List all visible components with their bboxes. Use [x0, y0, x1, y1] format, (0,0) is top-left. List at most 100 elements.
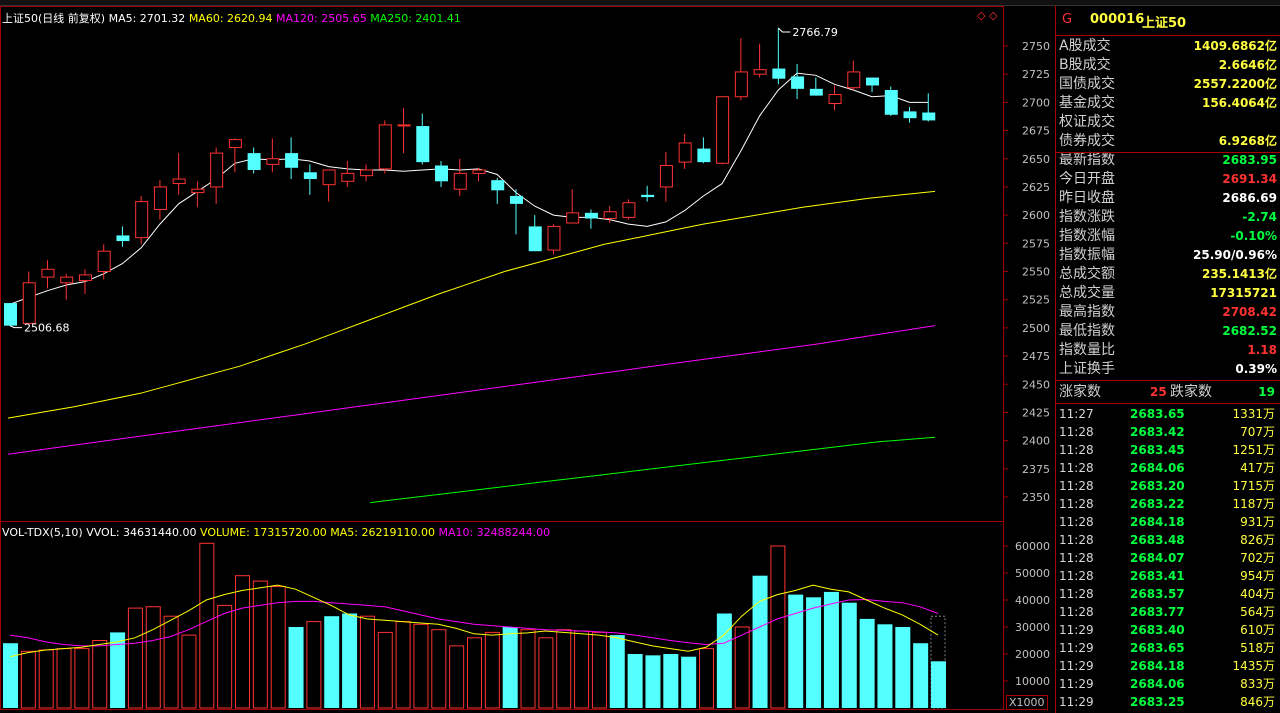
- tick-row[interactable]: 11:28 2684.06 417万: [1056, 459, 1280, 477]
- volume-bar-down: [752, 575, 768, 708]
- quote-value: 2.6646亿: [1218, 58, 1277, 72]
- volume-multiplier[interactable]: X1000: [1006, 695, 1048, 710]
- decline-label: 跌家数: [1170, 384, 1212, 400]
- low-label: 2506.68: [24, 322, 70, 335]
- tick-time: 11:28: [1059, 425, 1094, 439]
- tick-volume: 846万: [1240, 695, 1275, 709]
- volume-bar-down: [895, 627, 911, 708]
- tick-row[interactable]: 11:29 2684.06 833万: [1056, 675, 1280, 693]
- candle-body-down: [697, 148, 711, 163]
- tick-row[interactable]: 11:28 2683.22 1187万: [1056, 495, 1280, 513]
- tick-price: 2683.42: [1130, 425, 1185, 439]
- tick-row[interactable]: 11:28 2683.41 954万: [1056, 567, 1280, 585]
- tick-time: 11:28: [1059, 605, 1094, 619]
- tick-time: 11:28: [1059, 479, 1094, 493]
- candle-body-down: [303, 172, 317, 180]
- quote-label: 指数振幅: [1059, 247, 1115, 263]
- index-code: 000016: [1090, 12, 1145, 27]
- volume-bar-down: [609, 635, 625, 708]
- tick-price: 2684.06: [1130, 677, 1185, 691]
- candle-body-up: [22, 282, 36, 324]
- volume-bar-up: [431, 629, 447, 709]
- quote-value: 25.90/0.96%: [1193, 248, 1277, 262]
- volume-bar-down: [806, 597, 822, 708]
- ma120-readout: MA120: 2505.65: [276, 12, 367, 25]
- candle-body-down: [116, 235, 130, 242]
- tick-volume: 417万: [1240, 461, 1275, 475]
- tick-row[interactable]: 11:28 2683.42 707万: [1056, 423, 1280, 441]
- tick-volume: 833万: [1240, 677, 1275, 691]
- candle-body-up: [828, 93, 842, 105]
- tick-row[interactable]: 11:29 2684.18 1435万: [1056, 657, 1280, 675]
- price-tick-label: 2450: [1022, 378, 1050, 391]
- volume-bar-down: [502, 627, 518, 708]
- tick-volume: 931万: [1240, 515, 1275, 529]
- volume-bar-up: [306, 621, 322, 709]
- quote-row: 最新指数 2683.95: [1056, 151, 1280, 170]
- tick-volume: 1715万: [1232, 479, 1275, 493]
- candle-body-down: [641, 194, 655, 198]
- quote-label: 国债成交: [1059, 76, 1115, 92]
- ma120-line: [7, 325, 936, 455]
- tick-row[interactable]: 11:28 2684.07 702万: [1056, 549, 1280, 567]
- tick-row[interactable]: 11:29 2683.25 846万: [1056, 693, 1280, 711]
- decline-value: 19: [1258, 385, 1275, 399]
- tick-time: 11:28: [1059, 533, 1094, 547]
- price-tick-label: 2625: [1022, 181, 1050, 194]
- volume-tick-label: 20000: [1015, 648, 1050, 661]
- tick-price: 2683.41: [1130, 569, 1185, 583]
- tick-time: 11:29: [1059, 659, 1094, 673]
- volume-bar-down: [3, 643, 18, 708]
- tick-row[interactable]: 11:28 2683.77 564万: [1056, 603, 1280, 621]
- tick-row[interactable]: 11:28 2683.48 826万: [1056, 531, 1280, 549]
- candle-body-up: [41, 268, 55, 278]
- ma5-readout: MA5: 2701.32: [108, 12, 186, 25]
- quote-label: 最低指数: [1059, 323, 1115, 339]
- quote-value: 2683.95: [1222, 153, 1277, 167]
- volume-tick-label: 40000: [1015, 594, 1050, 607]
- diamond-icons[interactable]: ◇ ◇: [977, 9, 997, 22]
- chart-canvas[interactable]: 2350 2375 2400 2425 2450 2475 2500 2525 2550 2575…: [0, 0, 1055, 713]
- quote-row: 基金成交 156.4064亿: [1056, 94, 1280, 113]
- tick-row[interactable]: 11:28 2683.45 1251万: [1056, 441, 1280, 459]
- tick-price: 2683.48: [1130, 533, 1185, 547]
- quote-label: 上证换手: [1059, 361, 1115, 377]
- advance-label: 涨家数: [1059, 384, 1101, 400]
- volume-bar-down: [716, 613, 732, 708]
- volume-bar-up: [484, 631, 500, 709]
- candle-body-down: [4, 303, 17, 326]
- tick-row[interactable]: 11:28 2684.18 931万: [1056, 513, 1280, 531]
- tick-volume: 564万: [1240, 605, 1275, 619]
- volume-bar-up: [56, 648, 72, 709]
- quote-label: 权证成交: [1059, 114, 1115, 130]
- candle-body-up: [847, 71, 861, 89]
- tick-volume: 1187万: [1232, 497, 1275, 511]
- candle-body-up: [622, 202, 636, 218]
- tick-row[interactable]: 11:28 2683.20 1715万: [1056, 477, 1280, 495]
- candle-body-up: [378, 124, 392, 170]
- tick-row[interactable]: 11:27 2683.65 1331万: [1056, 405, 1280, 423]
- quote-label: 最高指数: [1059, 304, 1115, 320]
- tick-row[interactable]: 11:28 2683.57 404万: [1056, 585, 1280, 603]
- quote-value: -2.74: [1242, 210, 1277, 224]
- volume-bar-down: [859, 618, 875, 708]
- volume-bar-up: [377, 631, 393, 709]
- tick-row[interactable]: 11:29 2683.40 610万: [1056, 621, 1280, 639]
- tick-price: 2684.18: [1130, 659, 1185, 673]
- quote-row: 上证换手 0.39%: [1056, 360, 1280, 379]
- candle-body-down: [922, 112, 936, 121]
- tick-volume: 954万: [1240, 569, 1275, 583]
- quote-value: 2682.52: [1222, 324, 1277, 338]
- volume-bar-up: [467, 637, 482, 709]
- vol-ma10-readout: MA10: 32488244.00: [438, 526, 551, 539]
- tick-row[interactable]: 11:29 2683.65 518万: [1056, 639, 1280, 657]
- tick-price: 2683.40: [1130, 623, 1185, 637]
- volume-bar-down: [627, 654, 643, 708]
- volume-tick-label: 30000: [1015, 621, 1050, 634]
- quote-row: 最低指数 2682.52: [1056, 322, 1280, 341]
- volume-bar-up: [359, 615, 375, 709]
- candle-body-up: [97, 250, 111, 273]
- tick-volume: 404万: [1240, 587, 1275, 601]
- tick-price: 2684.18: [1130, 515, 1185, 529]
- tick-time: 11:29: [1059, 623, 1094, 637]
